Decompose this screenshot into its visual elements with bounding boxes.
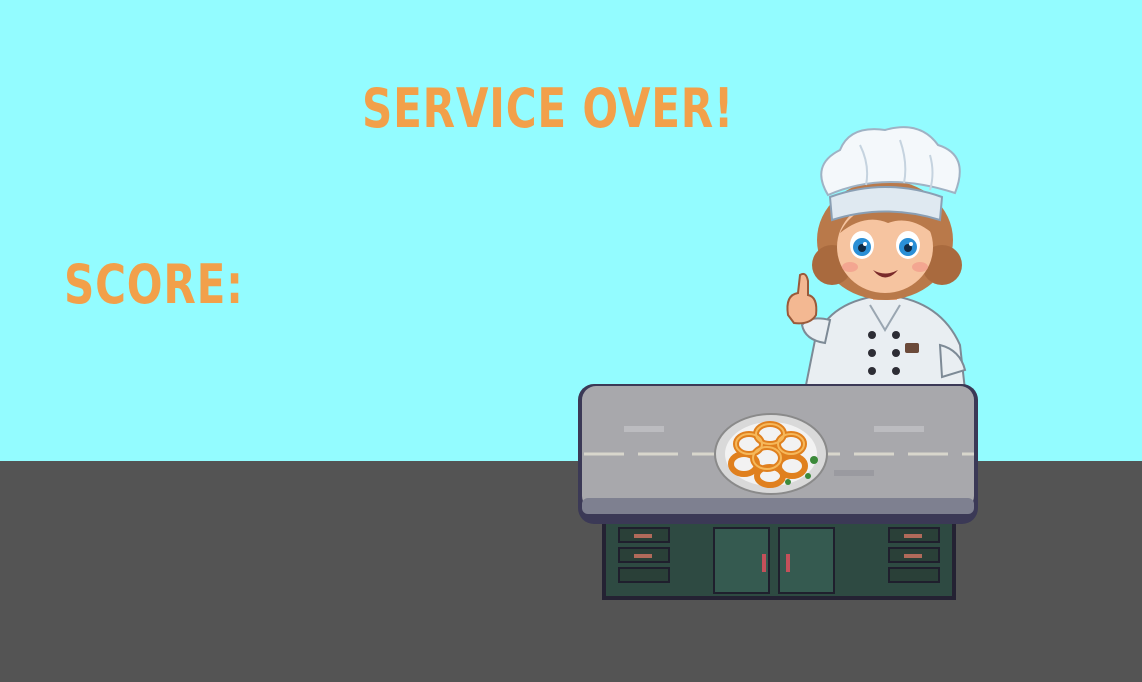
chef-character: [786, 126, 967, 390]
service-over-title: SERVICE OVER!: [362, 77, 734, 140]
score-label: SCORE:: [64, 253, 244, 316]
kitchen-counter: [578, 384, 978, 600]
